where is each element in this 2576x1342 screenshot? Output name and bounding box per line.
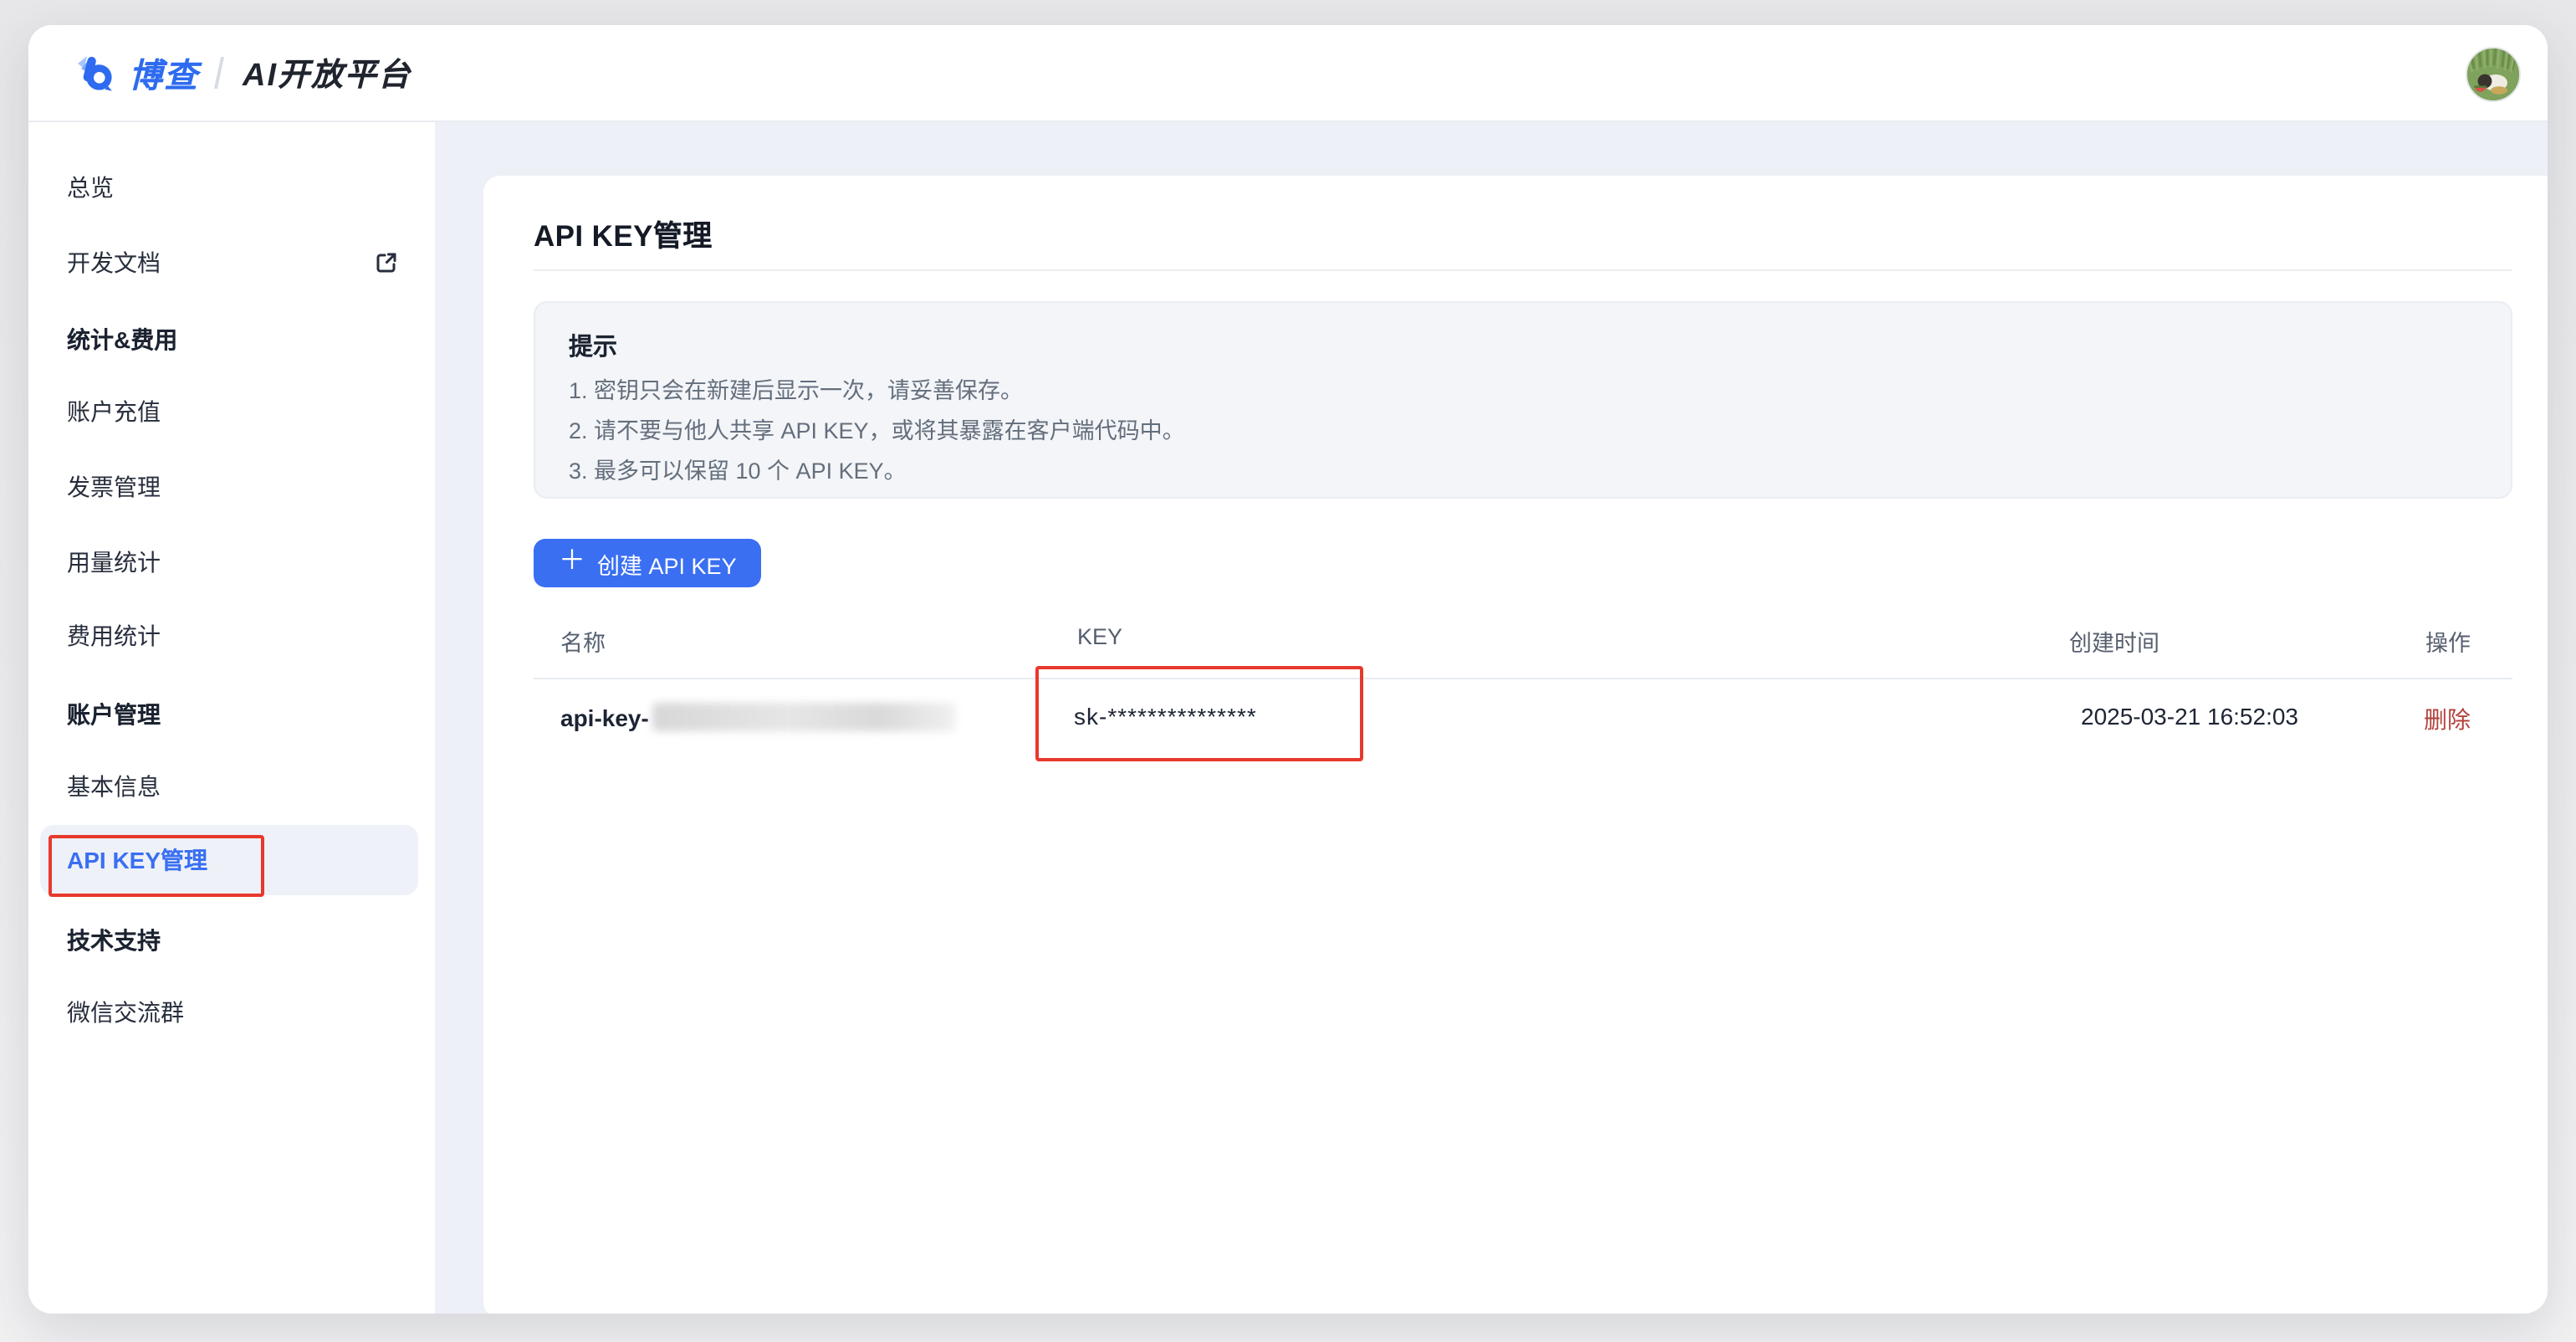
sidebar-section-stats-billing: 统计&费用	[40, 305, 418, 375]
api-key-value-cell: sk-***************	[1074, 703, 1257, 730]
column-header-created: 创建时间	[2069, 624, 2159, 658]
delete-link[interactable]: 删除	[2424, 703, 2471, 736]
create-api-key-label: 创建 API KEY	[597, 546, 737, 580]
tip-line-1: 1. 密钥只会在新建后显示一次，请妥善保存。	[569, 371, 1023, 405]
sidebar-item-basic-info[interactable]: 基本信息	[40, 751, 418, 822]
brand-divider	[214, 57, 224, 89]
top-bar: 博查 AI开放平台	[28, 25, 2548, 122]
sidebar-item-usage-stats[interactable]: 用量统计	[40, 527, 418, 597]
page-title: API KEY管理	[534, 214, 713, 256]
tip-line-2: 2. 请不要与他人共享 API KEY，或将其暴露在客户端代码中。	[569, 412, 1185, 445]
sidebar-item-overview[interactable]: 总览	[40, 152, 418, 223]
brand-home-link[interactable]: 博查 AI开放平台	[74, 25, 411, 120]
api-key-name-prefix: api-key-	[560, 704, 649, 730]
sidebar: 总览 开发文档 统计&费用 账户充值 发票管理	[28, 122, 435, 1314]
column-header-name: 名称	[560, 624, 606, 658]
main-area: API KEY管理 提示 1. 密钥只会在新建后显示一次，请妥善保存。 2. 请…	[435, 122, 2548, 1314]
sidebar-item-recharge[interactable]: 账户充值	[40, 376, 418, 447]
desktop-background: 博查 AI开放平台	[0, 0, 2576, 1342]
column-header-key: KEY	[1077, 624, 1122, 649]
screen: 博查 AI开放平台	[0, 0, 2576, 1342]
sidebar-item-wechat-group[interactable]: 微信交流群	[40, 977, 418, 1047]
create-api-key-button[interactable]: ＋ 创建 API KEY	[534, 539, 762, 587]
body-row: 总览 开发文档 统计&费用 账户充值 发票管理	[28, 122, 2548, 1314]
sidebar-section-account: 账户管理	[40, 679, 418, 750]
sidebar-section-support: 技术支持	[40, 905, 418, 976]
column-header-action: 操作	[2425, 624, 2471, 658]
app-window: 博查 AI开放平台	[28, 25, 2548, 1314]
external-link-icon	[375, 251, 398, 274]
platform-name: AI开放平台	[243, 50, 411, 95]
plus-icon: ＋	[559, 549, 585, 576]
content-card: API KEY管理 提示 1. 密钥只会在新建后显示一次，请妥善保存。 2. 请…	[483, 176, 2548, 1314]
tip-title: 提示	[569, 328, 617, 363]
created-at-cell: 2025-03-21 16:52:03	[2081, 703, 2298, 730]
tip-line-3: 3. 最多可以保留 10 个 API KEY。	[569, 452, 907, 485]
brand-name: 博查	[129, 49, 199, 97]
bocha-logo-icon	[74, 51, 117, 95]
title-divider	[534, 269, 2512, 271]
sidebar-item-cost-stats[interactable]: 费用统计	[40, 601, 418, 671]
sidebar-item-api-key[interactable]: API KEY管理	[40, 825, 418, 895]
table-header-divider	[534, 678, 2512, 679]
tip-box: 提示 1. 密钥只会在新建后显示一次，请妥善保存。 2. 请不要与他人共享 AP…	[534, 301, 2512, 499]
sidebar-item-docs[interactable]: 开发文档	[40, 228, 418, 298]
redacted-name-blur	[652, 703, 955, 731]
user-avatar[interactable]	[2466, 47, 2521, 102]
sidebar-item-invoices[interactable]: 发票管理	[40, 452, 418, 522]
api-key-name-cell: api-key-	[560, 703, 955, 731]
